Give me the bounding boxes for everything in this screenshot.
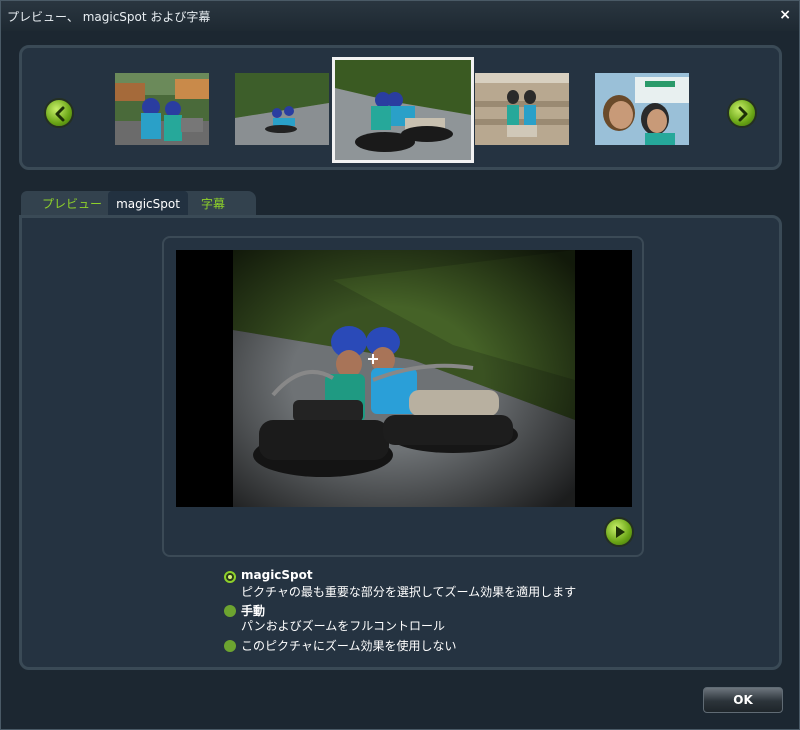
- tab-subtitles[interactable]: 字幕: [193, 191, 233, 217]
- thumbnail-1[interactable]: [115, 73, 209, 145]
- option-magicspot-title: magicSpot: [241, 568, 313, 582]
- thumbnail-4[interactable]: [475, 73, 569, 145]
- preview-image[interactable]: [176, 250, 632, 507]
- tab-bar: プレビュー magicSpot 字幕: [21, 191, 256, 217]
- thumbnail-3-selected[interactable]: [332, 57, 474, 163]
- option-manual-desc: パンおよびズームをフルコントロール: [241, 619, 446, 633]
- next-button[interactable]: [727, 98, 757, 128]
- magicspot-panel: [19, 215, 782, 670]
- option-none-title: このピクチャにズーム効果を使用しない: [241, 639, 457, 653]
- radio-magicspot[interactable]: [224, 571, 236, 583]
- preview-frame: [162, 236, 644, 557]
- thumbnail-strip: [19, 45, 782, 170]
- close-button[interactable]: ×: [779, 7, 791, 23]
- title-bar: プレビュー、 magicSpot および字幕 ×: [1, 1, 799, 31]
- tab-preview[interactable]: プレビュー: [29, 191, 115, 217]
- thumbnail-5[interactable]: [595, 73, 689, 145]
- dialog-window: プレビュー、 magicSpot および字幕 × プレビュー magicSpot…: [0, 0, 800, 730]
- window-title: プレビュー、 magicSpot および字幕: [7, 10, 211, 24]
- play-button[interactable]: [604, 517, 634, 547]
- tab-magicspot[interactable]: magicSpot: [108, 191, 188, 217]
- previous-button[interactable]: [44, 98, 74, 128]
- radio-none[interactable]: [224, 640, 236, 652]
- radio-manual[interactable]: [224, 605, 236, 617]
- ok-button[interactable]: OK: [703, 687, 783, 713]
- thumbnail-2[interactable]: [235, 73, 329, 145]
- option-magicspot-desc: ピクチャの最も重要な部分を選択してズーム効果を適用します: [241, 585, 577, 599]
